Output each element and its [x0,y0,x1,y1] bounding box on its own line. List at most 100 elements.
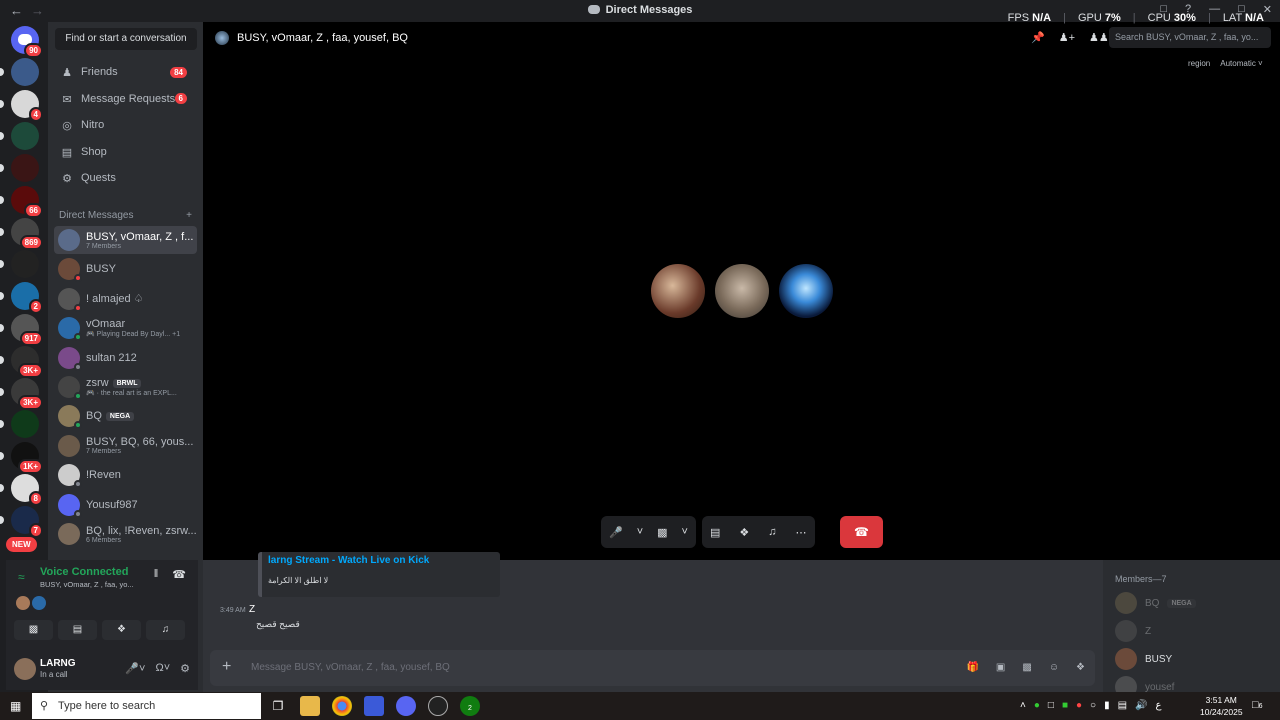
dm-item[interactable]: BUSY, vOmaar, Z , f... 7 Members [54,226,197,254]
close-icon[interactable]: ✕ [1263,3,1272,16]
pin-icon[interactable]: 📌 [1031,31,1045,44]
taskbar-search[interactable]: ⚲ Type here to search [32,693,261,719]
nav-item-shop[interactable]: ▤ Shop [54,140,197,164]
server-icon[interactable]: 66 [11,186,43,218]
dm-item[interactable]: zsrw BRWL 🎮 · the real art is an EXPL... [54,373,197,401]
language-indicator[interactable]: ع [1156,700,1162,711]
xbox-tray-icon[interactable]: ● [1034,700,1040,711]
server-icon[interactable]: 2 [11,282,43,314]
xbox-icon[interactable]: 2 [460,696,480,716]
nvidia-icon[interactable]: ■ [1062,700,1068,711]
voice-channel-name[interactable]: BUSY, vOmaar, Z , faa, yo... [40,580,134,589]
activities-button[interactable]: ❖ [102,620,141,640]
soundboard-icon[interactable]: ♫ [768,526,776,538]
participant-tile[interactable] [779,264,833,318]
more-options-icon[interactable]: ⋯ [796,526,807,539]
app-icon[interactable] [364,696,384,716]
server-icon[interactable] [11,154,39,182]
dm-item[interactable]: sultan 212 [54,344,197,372]
dm-item[interactable]: BUSY, BQ, 66, yous... 7 Members [54,432,197,460]
dm-item[interactable]: BQ NEGA [54,402,197,430]
server-icon[interactable]: 869 [11,218,43,250]
nav-item-quests[interactable]: ⚙ Quests [54,166,197,190]
camera-toggle-button[interactable]: ▩ [14,620,53,640]
sticker-icon[interactable]: ▩ [1022,662,1031,673]
app-tray-icon[interactable]: □ [1048,700,1054,711]
server-icon[interactable]: 4 [11,90,43,122]
microphone-icon[interactable]: 🎤˅ [125,662,145,675]
new-pill[interactable]: NEW [6,537,37,552]
message-composer[interactable]: + Message BUSY, vOmaar, Z , faa, yousef,… [210,650,1095,686]
dm-item[interactable]: BQ, lix, !Reven, zsrw... 6 Members [54,520,197,548]
participant-tile[interactable] [651,264,705,318]
task-view-icon[interactable]: ❐ [268,696,288,716]
find-conversation-button[interactable]: Find or start a conversation [55,28,197,50]
file-explorer-icon[interactable] [300,696,320,716]
steam-tray-icon[interactable]: ○ [1090,700,1096,711]
camera-off-icon[interactable]: ▩ [657,526,667,539]
nav-item-friends[interactable]: ♟ Friends 84 [54,60,197,84]
network-icon[interactable]: ▤ [1118,700,1127,711]
settings-gear-icon[interactable]: ⚙ [180,662,190,675]
microphone-tray-icon[interactable]: ▮ [1104,700,1110,711]
discord-taskbar-icon[interactable] [396,696,416,716]
activities-icon[interactable]: ❖ [739,526,749,539]
dm-item[interactable]: Yousuf987 [54,491,197,519]
search-input[interactable]: Search BUSY, vOmaar, Z , faa, yo... [1109,27,1271,48]
show-hidden-icons-icon[interactable]: ˄ [1020,700,1026,711]
disconnect-icon[interactable]: ☎ [172,568,186,581]
signal-icon[interactable]: ≈ [18,570,25,584]
member-item[interactable]: BQ NEGA [1115,592,1196,614]
screen-share-button[interactable]: ▤ [58,620,97,640]
apps-icon[interactable]: ❖ [1076,662,1085,673]
headphones-icon[interactable]: Ω˅ [155,662,170,675]
server-icon[interactable]: 8 [11,474,43,506]
dm-item[interactable]: BUSY [54,255,197,283]
member-list-icon[interactable]: ♟♟ [1089,31,1109,44]
create-dm-icon[interactable]: + [186,210,192,221]
chevron-down-icon[interactable]: ˅ [682,526,688,538]
message-author[interactable]: Z [249,604,255,615]
member-item[interactable]: BUSY [1115,648,1172,670]
app-tray-icon[interactable]: ● [1076,700,1082,711]
embed-title[interactable]: larng Stream - Watch Live on Kick [268,555,429,566]
user-name[interactable]: LARNG [40,658,76,669]
server-icon[interactable]: 7 [11,506,43,538]
user-avatar[interactable] [14,658,36,680]
voice-status-title[interactable]: Voice Connected [40,566,128,578]
end-call-button[interactable]: ☎ [840,516,883,548]
clock[interactable]: 3:51 AM 10/24/2025 [1200,694,1243,718]
nav-item-message-requests[interactable]: ✉ Message Requests 6 [54,87,197,111]
screen-share-icon[interactable]: ▤ [710,526,720,539]
dm-item[interactable]: ! almajed ♤ [54,285,197,313]
dm-item[interactable]: !Reven [54,461,197,489]
nav-item-nitro[interactable]: ◎ Nitro [54,113,197,137]
attach-plus-icon[interactable]: + [222,658,231,676]
windows-start-icon[interactable]: ▦ [10,699,21,713]
add-friends-icon[interactable]: ♟+ [1059,31,1075,44]
server-icon[interactable] [11,122,39,150]
server-icon[interactable] [11,250,39,278]
region-selector[interactable]: region Automatic ˅ [1188,59,1263,68]
gift-icon[interactable]: 🎁 [966,662,978,673]
server-icon[interactable] [11,58,39,86]
microphone-icon[interactable]: 🎤 [609,526,623,539]
gif-icon[interactable]: ▣ [996,662,1005,673]
dm-item[interactable]: vOmaar 🎮 Playing Dead By Dayl... +1 [54,314,197,342]
chevron-down-icon[interactable]: ˅ [637,526,643,538]
server-icon[interactable]: 3K+ [11,378,43,410]
noise-suppression-icon[interactable]: ‖ [154,568,159,581]
home-button[interactable]: 90 [11,26,43,58]
soundboard-button[interactable]: ♫ [146,620,185,640]
emoji-icon[interactable]: ☺ [1049,662,1059,673]
notification-icon[interactable]: □6 [1252,699,1263,711]
server-icon[interactable]: 3K+ [11,346,43,378]
region-value[interactable]: Automatic ˅ [1220,59,1262,68]
volume-icon[interactable]: 🔊 [1135,700,1147,711]
steam-icon[interactable] [428,696,448,716]
server-icon[interactable]: 917 [11,314,43,346]
server-icon[interactable] [11,410,39,438]
server-icon[interactable]: 1K+ [11,442,43,474]
participant-tile[interactable] [715,264,769,318]
message-input[interactable]: Message BUSY, vOmaar, Z , faa, yousef, B… [251,662,450,673]
